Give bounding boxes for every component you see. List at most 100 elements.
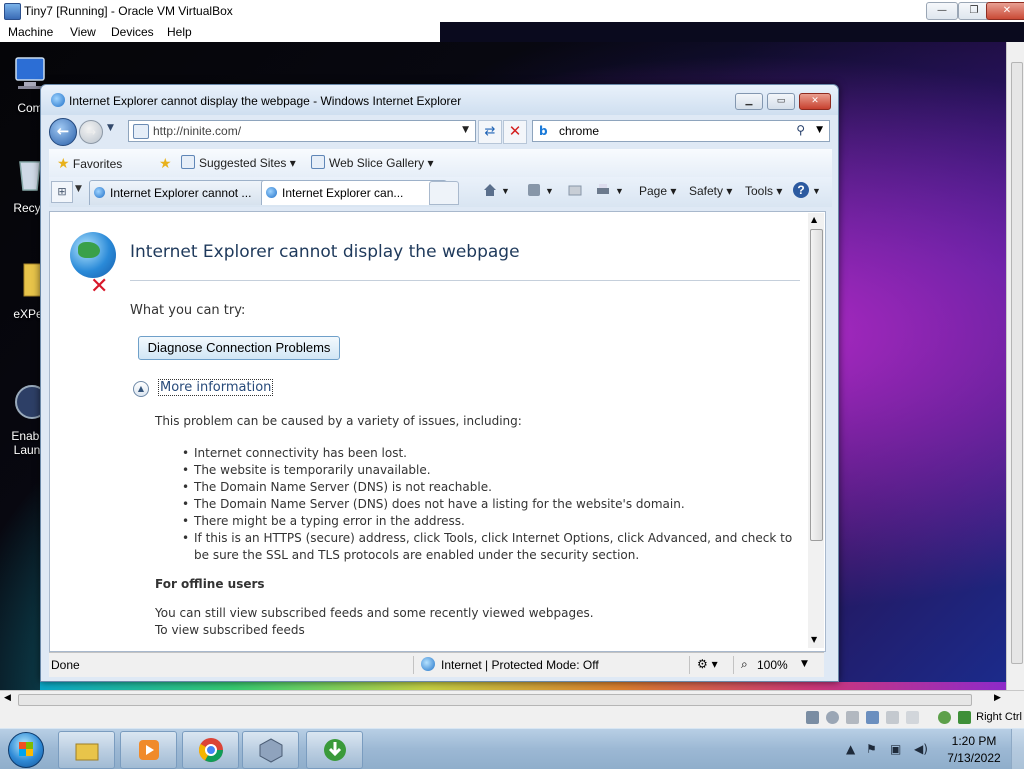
search-box[interactable]: b chrome ⚲ ▼ (532, 120, 830, 142)
safety-menu[interactable]: Safety ▾ (689, 184, 732, 198)
security-zone-text[interactable]: Internet | Protected Mode: Off (441, 658, 599, 672)
quick-tabs-button[interactable]: ⊞ (51, 181, 73, 203)
cause-list-item: The Domain Name Server (DNS) does not ha… (182, 496, 794, 513)
optical-drive-icon[interactable] (826, 711, 839, 724)
vbox-horizontal-scrollbar[interactable]: ◀ ▶ (0, 690, 1024, 708)
print-dropdown-icon[interactable]: ▼ (615, 186, 624, 196)
taskbar-explorer[interactable] (58, 731, 115, 769)
display-icon[interactable] (938, 711, 951, 724)
status-divider (689, 656, 690, 674)
tab-ie-error-1[interactable]: Internet Explorer cannot ... (89, 180, 277, 205)
vbox-vscroll-thumb[interactable] (1011, 62, 1023, 664)
page-menu-label: Page (639, 184, 668, 198)
zoom-dropdown-icon[interactable]: ▼ (801, 659, 808, 669)
tab-list-dropdown[interactable]: ▼ (75, 184, 82, 194)
status-divider (733, 656, 734, 674)
vbox-window-title: Tiny7 [Running] - Oracle VM VirtualBox (24, 4, 233, 18)
virtualbox-app-icon (4, 3, 21, 20)
home-icon[interactable] (482, 182, 498, 198)
search-icon[interactable]: ⚲ (796, 123, 805, 137)
show-desktop-button[interactable] (1011, 729, 1024, 769)
print-icon[interactable] (595, 182, 611, 198)
vbox-status-bar: Right Ctrl (0, 707, 1024, 728)
vbox-hscroll-thumb[interactable] (18, 694, 972, 706)
page-icon (133, 124, 149, 139)
taskbar-chrome[interactable] (182, 731, 239, 769)
scroll-down-icon[interactable]: ▼ (811, 635, 817, 644)
add-on-status-icon[interactable]: ⚙ ▾ (697, 657, 718, 671)
feeds-icon[interactable] (526, 182, 542, 198)
shared-folders-icon[interactable] (906, 711, 919, 724)
mail-icon[interactable] (567, 182, 583, 198)
audio-icon[interactable] (846, 711, 859, 724)
web-slice-gallery-link[interactable]: Web Slice Gallery ▾ (311, 155, 434, 170)
recent-pages-dropdown[interactable]: ▼ (107, 123, 114, 133)
stop-button[interactable]: ✕ (503, 120, 527, 144)
help-dropdown-icon[interactable]: ▼ (812, 186, 821, 196)
menu-devices[interactable]: Devices (111, 25, 154, 39)
help-icon[interactable]: ? (793, 182, 809, 198)
clock-time[interactable]: 1:20 PM (944, 734, 1004, 748)
mouse-integration-icon[interactable] (958, 711, 971, 724)
volume-icon[interactable]: ◀) (914, 742, 928, 756)
search-input[interactable]: chrome (559, 124, 599, 138)
ie-title-bar: Internet Explorer cannot display the web… (41, 85, 838, 115)
explorer-icon (75, 743, 99, 761)
new-tab-button[interactable] (429, 181, 459, 205)
cause-list: Internet connectivity has been lost. The… (182, 445, 794, 564)
menu-help[interactable]: Help (167, 25, 192, 39)
feeds-dropdown-icon[interactable]: ▼ (545, 186, 554, 196)
scroll-up-icon[interactable]: ▲ (811, 215, 817, 224)
diagnose-connection-problems-button[interactable]: Diagnose Connection Problems (138, 336, 340, 360)
ie-maximize-button[interactable]: ▭ (767, 93, 795, 110)
zoom-level[interactable]: 100% (757, 658, 788, 672)
scroll-right-icon[interactable]: ▶ (994, 693, 1001, 703)
page-menu[interactable]: Page ▾ (639, 184, 676, 198)
clock-date[interactable]: 7/13/2022 (944, 751, 1004, 765)
show-hidden-icons[interactable]: ▲ (846, 742, 855, 756)
search-options-dropdown-icon[interactable]: ▼ (816, 125, 823, 135)
forward-button[interactable]: → (79, 120, 103, 144)
menu-view[interactable]: View (70, 25, 96, 39)
vbox-close-button[interactable]: ✕ (986, 2, 1024, 20)
ie-close-button[interactable]: ✕ (799, 93, 831, 110)
taskbar-virtualbox[interactable] (242, 731, 299, 769)
refresh-button[interactable]: ⇄ (478, 120, 502, 144)
scroll-left-icon[interactable]: ◀ (4, 693, 11, 703)
address-input[interactable]: http://ninite.com/ (153, 124, 241, 138)
menu-machine[interactable]: Machine (8, 25, 53, 39)
more-information-link[interactable]: More information (158, 379, 274, 396)
hard-disk-icon[interactable] (806, 711, 819, 724)
start-button[interactable] (8, 732, 44, 768)
network-icon[interactable] (866, 711, 879, 724)
tab-ie-error-2-active[interactable]: Internet Explorer can... ✕ (261, 180, 447, 205)
home-dropdown-icon[interactable]: ▼ (501, 186, 510, 196)
offline-users-heading: For offline users (155, 577, 265, 591)
taskbar-download-manager[interactable] (306, 731, 363, 769)
scrollbar-thumb[interactable] (810, 229, 823, 541)
vbox-vertical-scrollbar[interactable] (1006, 42, 1024, 690)
taskbar-media-player[interactable] (120, 731, 177, 769)
action-center-icon[interactable]: ⚑ (866, 742, 877, 756)
ie-status-bar: Done Internet | Protected Mode: Off ⚙ ▾ … (49, 652, 824, 677)
page-scrollbar[interactable]: ▲ ▼ (808, 213, 824, 648)
suggested-sites-link[interactable]: Suggested Sites ▾ (181, 155, 296, 170)
favorites-button[interactable]: ★ Favorites (57, 155, 122, 172)
network-tray-icon[interactable]: ▣ (890, 742, 901, 756)
favorites-star-icon: ★ (57, 155, 70, 171)
address-bar[interactable]: http://ninite.com/ ▼ (128, 120, 476, 142)
ie-minimize-button[interactable]: ▁ (735, 93, 763, 110)
internet-zone-icon (421, 657, 435, 671)
back-button[interactable]: ← (49, 118, 77, 146)
favorites-bar: ★ Favorites ★ Suggested Sites ▾ Web Slic… (49, 149, 832, 178)
add-to-favorites-bar-button[interactable]: ★ (159, 155, 172, 172)
web-slice-gallery-label: Web Slice Gallery (329, 156, 425, 170)
tools-menu[interactable]: Tools ▾ (745, 184, 782, 198)
chevron-up-icon[interactable]: ▲ (133, 381, 149, 397)
usb-icon[interactable] (886, 711, 899, 724)
ie-logo-icon (51, 93, 65, 107)
address-dropdown-icon[interactable]: ▼ (462, 125, 469, 135)
vbox-minimize-button[interactable]: — (926, 2, 958, 20)
virtualbox-icon (259, 738, 283, 763)
suggested-sites-icon (181, 155, 195, 169)
